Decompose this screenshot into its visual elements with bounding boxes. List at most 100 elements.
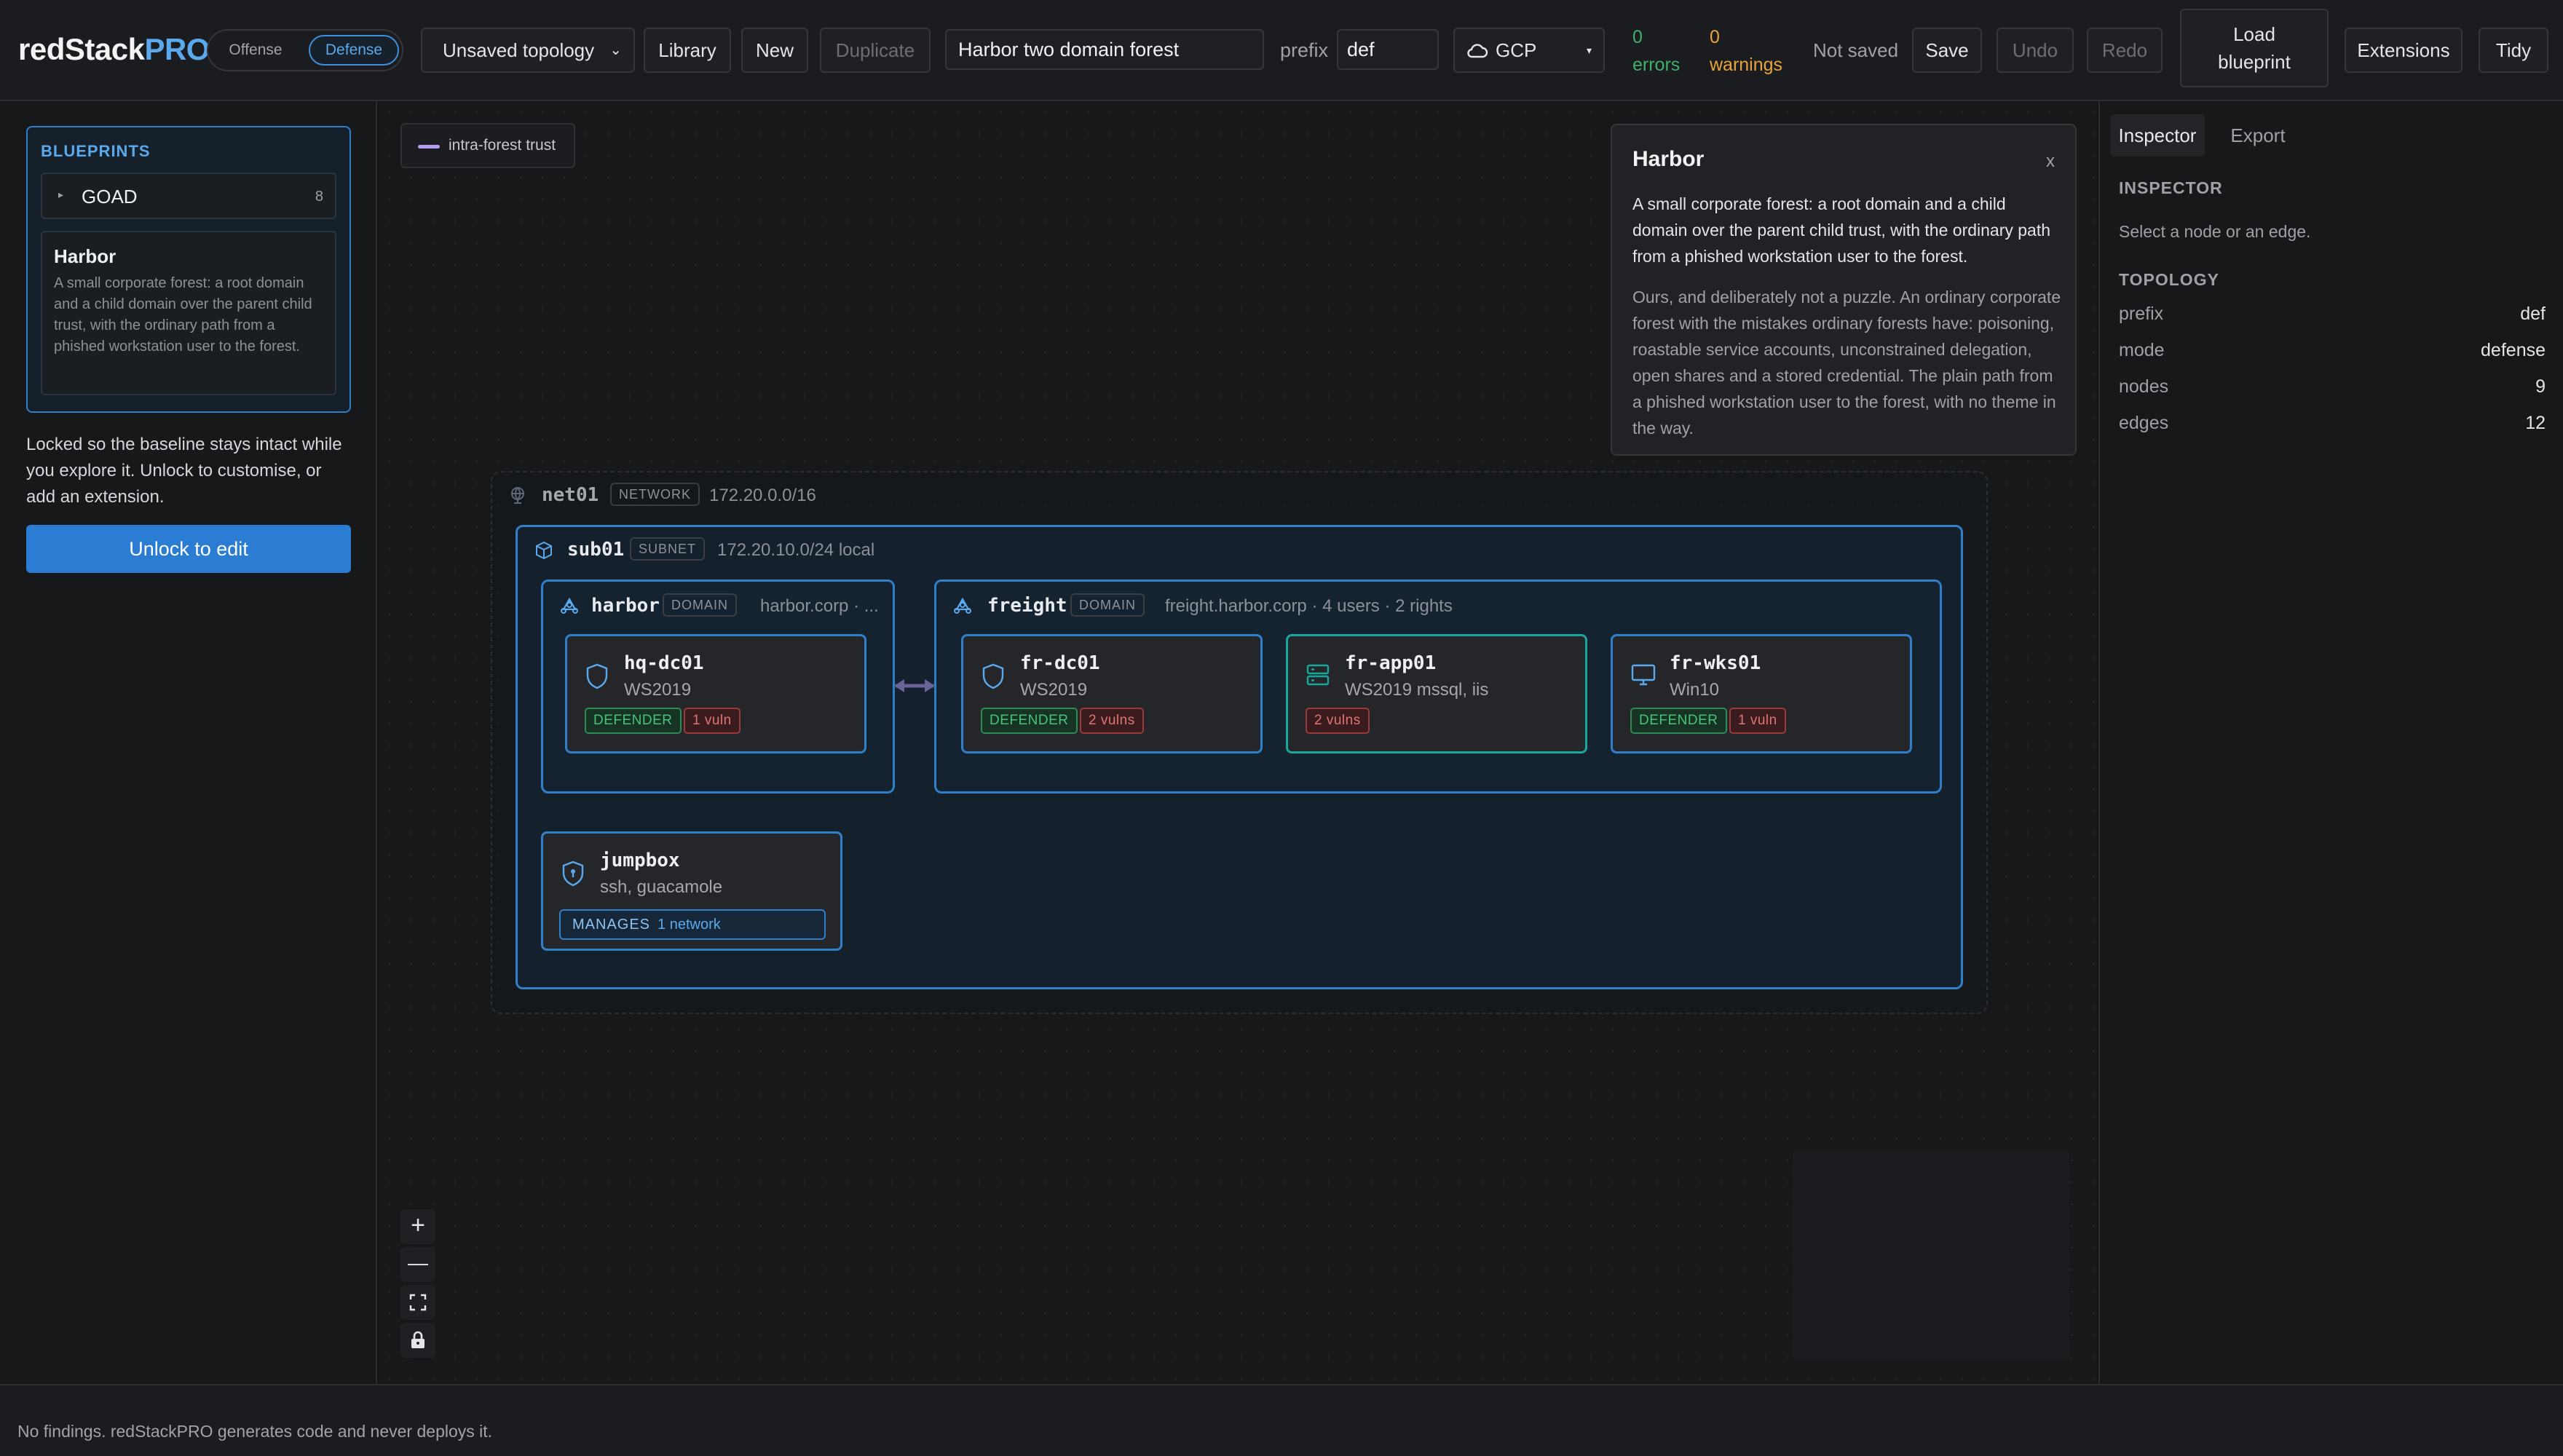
host-name: fr-app01 xyxy=(1345,652,1437,674)
blueprint-group-count: 8 xyxy=(315,189,323,205)
prop-nodes-value: 9 xyxy=(2535,376,2546,397)
host-name: fr-dc01 xyxy=(1020,652,1100,674)
tab-inspector[interactable]: Inspector xyxy=(2110,114,2205,157)
inspector-heading: INSPECTOR xyxy=(2119,178,2223,197)
subnet-name: sub01 xyxy=(567,539,625,561)
edge-legend: intra-forest trust xyxy=(400,123,575,168)
tidy-button[interactable]: Tidy xyxy=(2479,28,2548,73)
manages-badge: MANAGES 1 network xyxy=(559,909,826,940)
domain-harbor[interactable]: harbor DOMAIN harbor.corp · ... hq-dc01 … xyxy=(541,579,895,794)
unlock-to-edit-button[interactable]: Unlock to edit xyxy=(26,525,351,573)
blueprint-card-title: Harbor xyxy=(54,245,116,267)
shield-lock-icon xyxy=(562,860,584,887)
redo-button[interactable]: Redo xyxy=(2087,28,2163,73)
jumpbox-services: ssh, guacamole xyxy=(600,877,723,897)
server-icon xyxy=(1306,664,1330,686)
blueprint-card-harbor[interactable]: Harbor A small corporate forest: a root … xyxy=(41,231,336,395)
domain-name: harbor xyxy=(591,595,660,617)
blueprint-info-popup: Harbor x A small corporate forest: a roo… xyxy=(1611,124,2077,456)
inspector-panel: Inspector Export INSPECTOR Select a node… xyxy=(2098,101,2563,1384)
subnet-node[interactable]: sub01 SUBNET 172.20.10.0/24 local harbor… xyxy=(516,525,1963,989)
domain-tag: DOMAIN xyxy=(1070,593,1145,617)
globe-icon xyxy=(511,487,524,504)
cloud-provider-value: GCP xyxy=(1496,39,1537,61)
chevron-down-icon: ⌄ xyxy=(609,42,622,58)
domain-freight[interactable]: freight DOMAIN freight.harbor.corp · 4 u… xyxy=(934,579,1942,794)
network-name: net01 xyxy=(542,484,599,506)
jumpbox-node[interactable]: jumpbox ssh, guacamole MANAGES 1 network xyxy=(541,831,842,951)
prefix-input[interactable]: def xyxy=(1337,29,1439,70)
host-name: hq-dc01 xyxy=(624,652,704,674)
subnet-tag: SUBNET xyxy=(630,537,706,561)
duplicate-button[interactable]: Duplicate xyxy=(820,28,931,73)
library-button[interactable]: Library xyxy=(644,28,731,73)
topology-select[interactable]: Unsaved topology ⌄ xyxy=(421,28,635,73)
network-cidr: 172.20.0.0/16 xyxy=(709,486,816,505)
defense-mode-button[interactable]: Defense xyxy=(309,35,399,66)
prop-mode-key: mode xyxy=(2119,340,2165,360)
jumpbox-name: jumpbox xyxy=(600,850,680,871)
prop-edges-key: edges xyxy=(2119,413,2169,433)
cube-icon xyxy=(536,541,552,560)
shield-icon xyxy=(586,663,608,689)
blueprints-title: BLUEPRINTS xyxy=(41,142,151,160)
save-status: Not saved xyxy=(1813,39,1899,61)
cloud-provider-select[interactable]: GCP ▾ xyxy=(1453,28,1605,73)
legend-label: intra-forest trust xyxy=(449,137,556,154)
host-fr-wks01[interactable]: fr-wks01 Win10 DEFENDER 1 vuln xyxy=(1611,634,1912,753)
new-button[interactable]: New xyxy=(741,28,808,73)
domain-info: freight.harbor.corp · 4 users · 2 rights xyxy=(1165,596,1453,616)
domain-name: freight xyxy=(987,595,1067,617)
status-message: No findings. redStackPRO generates code … xyxy=(17,1422,493,1441)
lock-canvas-button[interactable] xyxy=(400,1323,435,1358)
prop-nodes-key: nodes xyxy=(2119,376,2169,397)
fit-view-button[interactable] xyxy=(400,1285,435,1320)
blueprint-card-description: A small corporate forest: a root domain … xyxy=(54,275,312,355)
popup-summary: A small corporate forest: a root domain … xyxy=(1632,194,2051,266)
prop-prefix-key: prefix xyxy=(2119,304,2164,324)
defender-badge: DEFENDER xyxy=(585,708,682,734)
errors-count: 0 errors xyxy=(1632,27,1681,75)
lock-icon xyxy=(411,1331,424,1348)
vuln-badge: 1 vuln xyxy=(1729,708,1786,734)
host-fr-app01[interactable]: fr-app01 WS2019 mssql, iis 2 vulns xyxy=(1286,634,1587,753)
blueprint-group-goad[interactable]: ▸ GOAD 8 xyxy=(41,173,336,219)
zoom-in-button[interactable]: + xyxy=(400,1209,435,1244)
zoom-out-button[interactable]: — xyxy=(400,1247,435,1282)
host-name: fr-wks01 xyxy=(1670,652,1761,674)
subnet-cidr: 172.20.10.0/24 local xyxy=(717,540,875,560)
top-toolbar: redStackPRO Offense Defense Unsaved topo… xyxy=(0,0,2563,101)
offense-mode-button[interactable]: Offense xyxy=(216,35,296,66)
host-fr-dc01[interactable]: fr-dc01 WS2019 DEFENDER 2 vulns xyxy=(961,634,1263,753)
extensions-button[interactable]: Extensions xyxy=(2345,28,2463,73)
dropdown-caret-icon: ▾ xyxy=(1586,44,1592,56)
popup-title: Harbor xyxy=(1632,147,1705,171)
locked-notice: Locked so the baseline stays intact whil… xyxy=(26,435,342,507)
prop-mode-value: defense xyxy=(2481,340,2546,360)
topology-name-input[interactable]: Harbor two domain forest xyxy=(945,29,1264,70)
minimap[interactable] xyxy=(1793,1152,2069,1358)
brand-logo: redStackPRO xyxy=(18,32,210,66)
topology-select-value: Unsaved topology xyxy=(443,39,595,61)
tab-export[interactable]: Export xyxy=(2218,114,2298,157)
close-popup-button[interactable]: x xyxy=(2046,151,2055,172)
domain-tree-icon xyxy=(954,597,971,614)
status-bar: No findings. redStackPRO generates code … xyxy=(0,1384,2563,1456)
domain-tree-icon xyxy=(561,597,578,614)
domain-info: harbor.corp · ... xyxy=(760,596,879,616)
host-os: WS2019 xyxy=(1020,680,1088,700)
shield-icon xyxy=(982,663,1004,689)
monitor-icon xyxy=(1631,664,1656,686)
host-hq-dc01[interactable]: hq-dc01 WS2019 DEFENDER 1 vuln xyxy=(565,634,866,753)
network-tag: NETWORK xyxy=(610,483,700,506)
domain-tag: DOMAIN xyxy=(663,593,737,617)
prop-prefix-value: def xyxy=(2520,304,2546,324)
intra-forest-trust-edge[interactable] xyxy=(893,676,936,695)
warnings-count: 0 warnings xyxy=(1710,27,1783,75)
blueprint-group-label: GOAD xyxy=(82,186,138,207)
undo-button[interactable]: Undo xyxy=(1997,28,2074,73)
save-button[interactable]: Save xyxy=(1912,28,1982,73)
host-os: WS2019 mssql, iis xyxy=(1345,680,1489,700)
fit-view-icon xyxy=(409,1294,427,1311)
load-blueprint-button[interactable]: Load blueprint xyxy=(2180,9,2329,87)
